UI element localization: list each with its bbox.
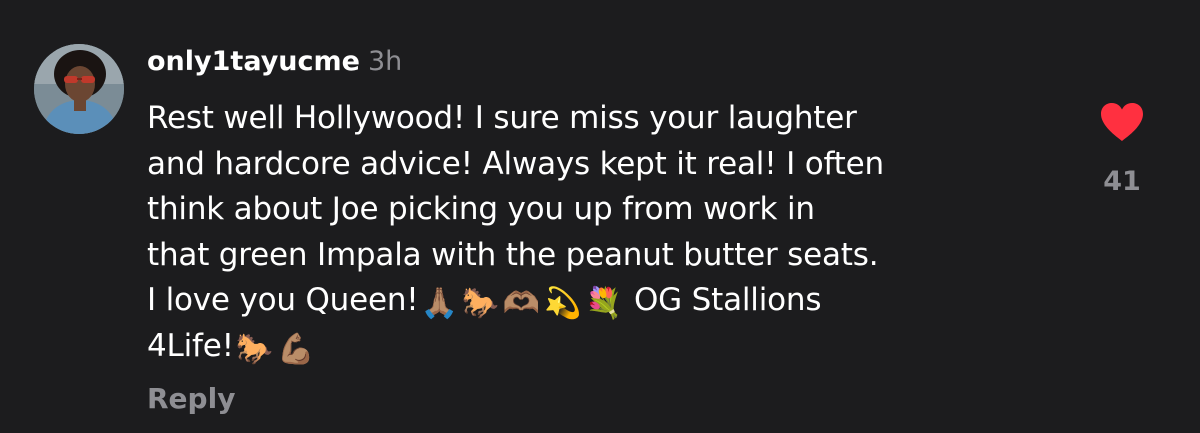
avatar-photo-icon	[34, 44, 124, 134]
comment-line: think about Joe picking you up from work…	[147, 191, 815, 227]
comment-line: Rest well Hollywood! I sure miss your la…	[147, 100, 857, 136]
horse-emoji-icon: 🐎	[235, 331, 273, 367]
comment-line-text: OG Stallions	[633, 282, 822, 318]
comment-line-with-emojis: I love you Queen!🙏🏽 🐎 🫶🏽 💫 💐 OG Stallions	[147, 278, 1047, 324]
comment-line-text: 4Life!	[147, 327, 234, 364]
pray-emoji-icon: 🙏🏽	[420, 286, 458, 321]
comment-item: only1tayucme 3h Rest well Hollywood! I su…	[0, 0, 1200, 433]
username[interactable]: only1tayucme	[147, 46, 360, 77]
heart-filled-icon	[1101, 103, 1143, 141]
like-count: 41	[1103, 166, 1141, 197]
comment-line-with-emojis: 4Life!🐎 💪🏽	[147, 324, 1047, 370]
comment-line: that green Impala with the peanut butter…	[147, 236, 879, 273]
comment-text: Rest well Hollywood! I sure miss your la…	[147, 96, 1047, 369]
like-button[interactable]	[1099, 101, 1145, 143]
flexed-biceps-emoji-icon: 💪🏽	[276, 331, 315, 367]
dizzy-emoji-icon: 💫	[544, 286, 582, 321]
reply-button[interactable]: Reply	[147, 382, 235, 415]
comment-line-text: I love you Queen!	[147, 282, 419, 318]
heart-hands-emoji-icon: 🫶🏽	[502, 286, 540, 321]
timestamp: 3h	[367, 46, 403, 77]
bouquet-emoji-icon: 💐	[585, 286, 623, 321]
avatar[interactable]	[34, 44, 124, 134]
comment-header: only1tayucme 3h	[147, 46, 402, 86]
comment-line: and hardcore advice! Always kept it real…	[147, 145, 884, 182]
horse-emoji-icon: 🐎	[461, 286, 499, 321]
